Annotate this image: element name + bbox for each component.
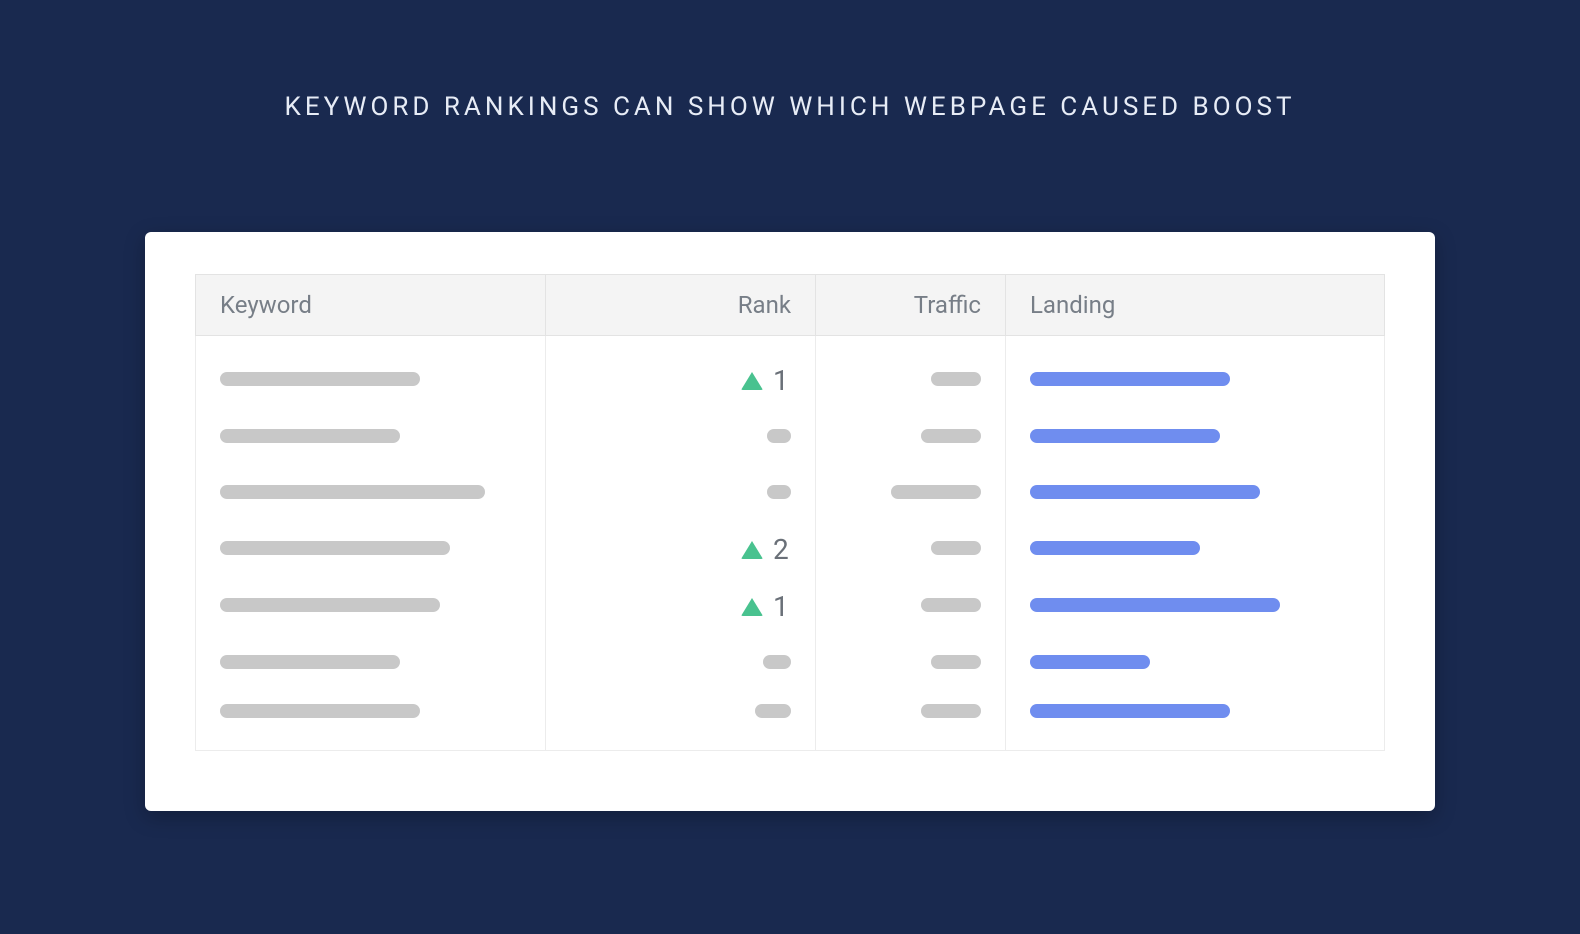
cell-landing bbox=[1006, 336, 1385, 410]
keyword-placeholder bbox=[220, 655, 400, 669]
cell-traffic bbox=[816, 521, 1006, 578]
table-row: 1 bbox=[196, 336, 1385, 410]
cell-keyword bbox=[196, 635, 546, 691]
cell-rank bbox=[546, 691, 816, 751]
rank-up-icon bbox=[741, 372, 763, 390]
rank-placeholder bbox=[763, 655, 791, 669]
cell-rank: 1 bbox=[546, 336, 816, 410]
traffic-placeholder bbox=[921, 598, 981, 612]
cell-rank bbox=[546, 635, 816, 691]
landing-placeholder bbox=[1030, 429, 1220, 443]
cell-rank bbox=[546, 409, 816, 465]
landing-placeholder bbox=[1030, 655, 1150, 669]
traffic-placeholder bbox=[921, 704, 981, 718]
page-title: KEYWORD RANKINGS CAN SHOW WHICH WEBPAGE … bbox=[285, 92, 1296, 122]
cell-landing bbox=[1006, 578, 1385, 635]
traffic-placeholder bbox=[921, 429, 981, 443]
keyword-placeholder bbox=[220, 372, 420, 386]
keyword-placeholder bbox=[220, 704, 420, 718]
table-row bbox=[196, 465, 1385, 521]
table-row bbox=[196, 409, 1385, 465]
landing-placeholder bbox=[1030, 541, 1200, 555]
keyword-placeholder bbox=[220, 429, 400, 443]
rankings-card: Keyword Rank Traffic Landing 1 2 1 bbox=[145, 232, 1435, 811]
cell-keyword bbox=[196, 409, 546, 465]
col-keyword: Keyword bbox=[196, 275, 546, 336]
traffic-placeholder bbox=[891, 485, 981, 499]
cell-traffic bbox=[816, 635, 1006, 691]
cell-traffic bbox=[816, 465, 1006, 521]
rank-number: 1 bbox=[773, 590, 791, 623]
cell-landing bbox=[1006, 691, 1385, 751]
cell-keyword bbox=[196, 691, 546, 751]
traffic-placeholder bbox=[931, 372, 981, 386]
table-row: 2 bbox=[196, 521, 1385, 578]
landing-placeholder bbox=[1030, 704, 1230, 718]
traffic-placeholder bbox=[931, 655, 981, 669]
keyword-placeholder bbox=[220, 485, 485, 499]
rank-up-icon bbox=[741, 598, 763, 616]
table-row: 1 bbox=[196, 578, 1385, 635]
cell-landing bbox=[1006, 409, 1385, 465]
keyword-placeholder bbox=[220, 541, 450, 555]
cell-landing bbox=[1006, 635, 1385, 691]
table-row bbox=[196, 635, 1385, 691]
cell-traffic bbox=[816, 691, 1006, 751]
cell-rank: 1 bbox=[546, 578, 816, 635]
rank-placeholder bbox=[767, 485, 791, 499]
landing-placeholder bbox=[1030, 485, 1260, 499]
cell-keyword bbox=[196, 336, 546, 410]
rank-up-icon bbox=[741, 541, 763, 559]
col-traffic: Traffic bbox=[816, 275, 1006, 336]
cell-rank bbox=[546, 465, 816, 521]
cell-traffic bbox=[816, 578, 1006, 635]
cell-keyword bbox=[196, 521, 546, 578]
traffic-placeholder bbox=[931, 541, 981, 555]
cell-rank: 2 bbox=[546, 521, 816, 578]
col-rank: Rank bbox=[546, 275, 816, 336]
landing-placeholder bbox=[1030, 598, 1280, 612]
rank-number: 2 bbox=[773, 533, 791, 566]
cell-landing bbox=[1006, 521, 1385, 578]
col-landing: Landing bbox=[1006, 275, 1385, 336]
table-row bbox=[196, 691, 1385, 751]
rank-number: 1 bbox=[773, 364, 791, 397]
landing-placeholder bbox=[1030, 372, 1230, 386]
keyword-placeholder bbox=[220, 598, 440, 612]
cell-keyword bbox=[196, 578, 546, 635]
cell-keyword bbox=[196, 465, 546, 521]
cell-traffic bbox=[816, 336, 1006, 410]
cell-traffic bbox=[816, 409, 1006, 465]
rank-placeholder bbox=[755, 704, 791, 718]
rank-placeholder bbox=[767, 429, 791, 443]
rankings-table: Keyword Rank Traffic Landing 1 2 1 bbox=[195, 274, 1385, 751]
cell-landing bbox=[1006, 465, 1385, 521]
